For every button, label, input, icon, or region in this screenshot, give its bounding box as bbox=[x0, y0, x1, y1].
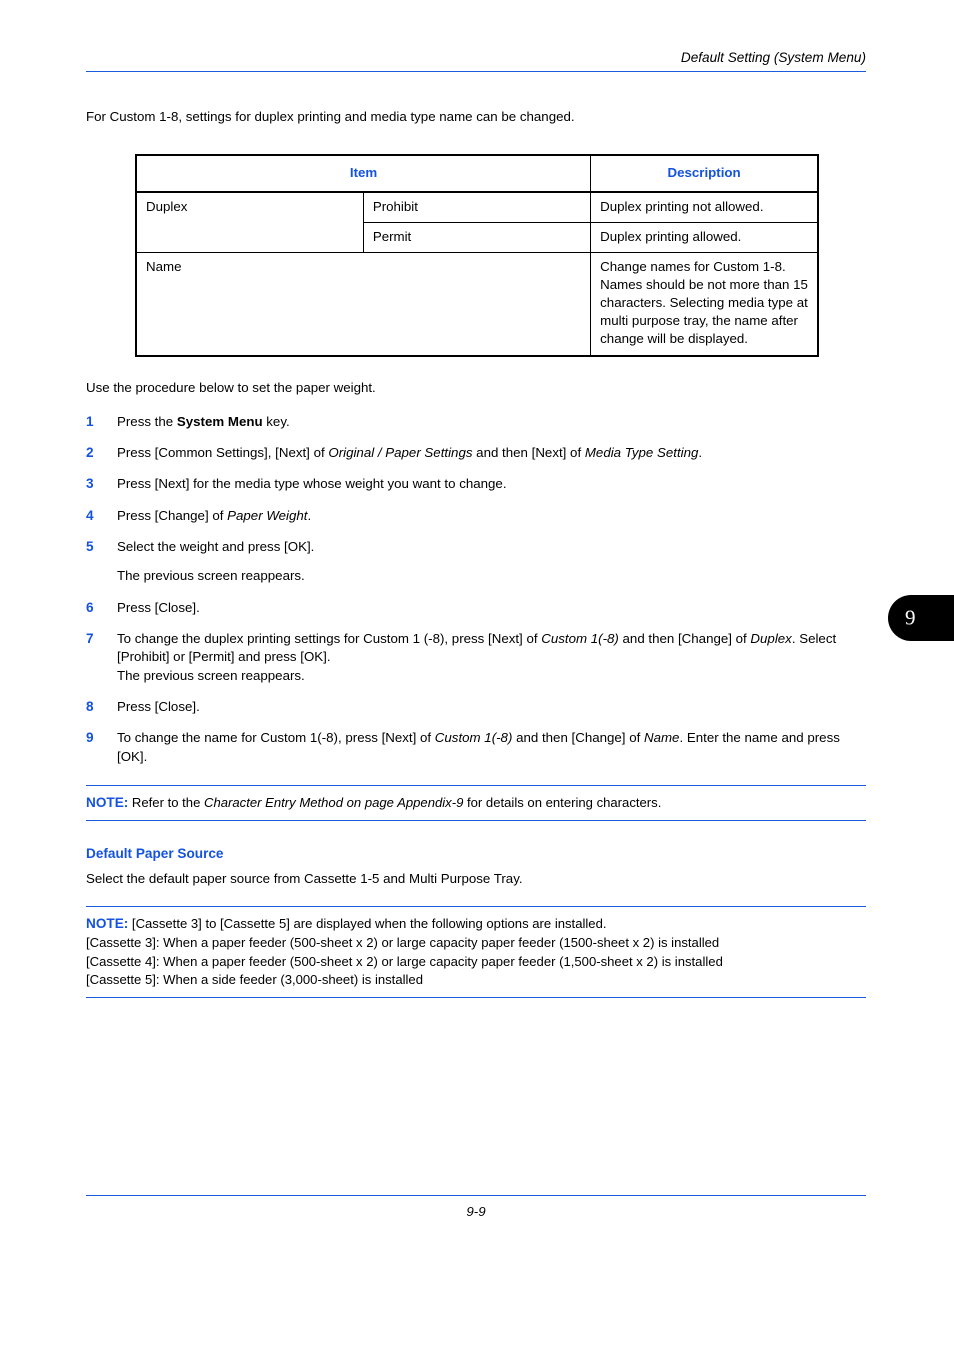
intro-paragraph: For Custom 1-8, settings for duplex prin… bbox=[86, 109, 575, 124]
text-run: Press [Change] of bbox=[117, 507, 228, 523]
text-run: key. bbox=[262, 413, 290, 429]
spec-table-wrap: Item Description Duplex Prohibit Duplex … bbox=[135, 153, 819, 357]
table-row: Duplex Prohibit Duplex printing not allo… bbox=[135, 191, 819, 254]
procedure-step: 5 Select the weight and press [OK]. The pr… bbox=[86, 538, 866, 586]
text-run: Press [Close]. bbox=[117, 599, 200, 615]
step-text: To change the name for Custom 1(-8), pre… bbox=[117, 729, 866, 766]
emphasis-italic: Character Entry Method on page Appendix-… bbox=[204, 794, 464, 810]
step-text: To change the duplex printing settings f… bbox=[117, 630, 866, 685]
cell-item-permit: Permit bbox=[362, 222, 592, 254]
emphasis-italic: Duplex bbox=[750, 630, 792, 646]
cell-item-group-duplex: Duplex bbox=[135, 191, 364, 254]
table-row: Name Change names for Custom 1-8. Names … bbox=[135, 252, 819, 357]
cell-description-prohibit: Duplex printing not allowed. bbox=[590, 191, 819, 224]
text-run: Press [Common Settings], [Next] of bbox=[117, 444, 329, 460]
section-body-text: Select the default paper source from Cas… bbox=[86, 870, 523, 886]
cell-description-permit: Duplex printing allowed. bbox=[590, 222, 819, 254]
step-number: 8 bbox=[86, 698, 94, 714]
step-number: 3 bbox=[86, 476, 94, 492]
step-text: Press [Common Settings], [Next] of Origi… bbox=[117, 444, 866, 462]
step-number: 7 bbox=[86, 630, 94, 646]
cell-description-name: Change names for Custom 1-8. Names shoul… bbox=[590, 252, 819, 357]
header-title: Default Setting (System Menu) bbox=[680, 50, 866, 65]
procedure-step: 9 To change the name for Custom 1(-8), pr… bbox=[86, 729, 866, 766]
column-header-description: Description bbox=[590, 154, 819, 194]
note-line-cassette-5: [Cassette 5]: When a side feeder (3,000-… bbox=[86, 972, 423, 988]
text-run: . bbox=[698, 444, 703, 460]
spec-table-head: Item Description bbox=[135, 154, 819, 194]
spec-table-body: Duplex Prohibit Duplex printing not allo… bbox=[135, 191, 819, 357]
note-label: NOTE: bbox=[86, 794, 129, 810]
note-label: NOTE: bbox=[86, 916, 129, 932]
emphasis-italic: Original / Paper Settings bbox=[328, 444, 473, 460]
emphasis-italic: Name bbox=[643, 730, 680, 746]
note-paragraph: NOTE: Refer to the Character Entry Metho… bbox=[86, 793, 866, 813]
page-footer: 9-9 bbox=[86, 1195, 866, 1219]
text-run: and then [Next] of bbox=[472, 444, 585, 460]
spec-table: Item Description Duplex Prohibit Duplex … bbox=[135, 153, 819, 357]
step-number: 5 bbox=[86, 538, 94, 554]
document-page: Default Setting (System Menu) For Custom… bbox=[0, 0, 954, 1350]
table-header-row: Item Description bbox=[135, 154, 819, 194]
text-run: Refer to the bbox=[128, 794, 204, 810]
cell-item-prohibit: Prohibit bbox=[362, 191, 592, 224]
emphasis-italic: Custom 1(-8) bbox=[541, 630, 619, 646]
emphasis-italic: Paper Weight bbox=[227, 507, 308, 523]
note-text: Refer to the Character Entry Method on p… bbox=[128, 795, 661, 810]
procedure-step: 6 Press [Close]. bbox=[86, 599, 866, 617]
note-character-entry: NOTE: Refer to the Character Entry Metho… bbox=[86, 784, 866, 821]
step-number: 6 bbox=[86, 599, 94, 615]
text-run: Press [Close]. bbox=[117, 698, 200, 714]
emphasis-bold: System Menu bbox=[176, 413, 263, 429]
step-text: Press [Next] for the media type whose we… bbox=[117, 475, 866, 493]
text-run: Press [Next] for the media type whose we… bbox=[117, 476, 507, 492]
step-sub-text: The previous screen reappears. bbox=[117, 568, 305, 584]
text-run: for details on entering characters. bbox=[463, 794, 662, 810]
procedure-intro: Use the procedure below to set the paper… bbox=[86, 379, 376, 395]
procedure-step: 7 To change the duplex printing settings … bbox=[86, 630, 866, 685]
emphasis-italic: Media Type Setting bbox=[584, 444, 699, 460]
text-run: To change the name for Custom 1(-8), pre… bbox=[117, 730, 435, 746]
page-content: For Custom 1-8, settings for duplex prin… bbox=[86, 108, 866, 998]
step-text: Press the System Menu key. bbox=[117, 413, 866, 431]
text-run: . bbox=[307, 507, 312, 523]
text-run: and then [Change] of bbox=[618, 630, 751, 646]
note-cassette-options: NOTE: [Cassette 3] to [Cassette 5] are d… bbox=[86, 906, 866, 998]
procedure-step: 4 Press [Change] of Paper Weight. bbox=[86, 507, 866, 525]
page-header: Default Setting (System Menu) bbox=[86, 50, 866, 73]
text-run: Select the weight and press [OK]. bbox=[117, 538, 315, 554]
note-line-cassette-3: [Cassette 3]: When a paper feeder (500-s… bbox=[86, 935, 720, 951]
step-text: Press [Close]. bbox=[117, 599, 866, 617]
step-number: 9 bbox=[86, 730, 94, 746]
chapter-tab-number: 9 bbox=[905, 605, 916, 630]
text-run: and then [Change] of bbox=[512, 730, 644, 746]
chapter-tab: 9 bbox=[888, 595, 954, 641]
note-cassette-lines: [Cassette 3]: When a paper feeder (500-s… bbox=[86, 934, 866, 971]
header-divider bbox=[86, 71, 866, 73]
note-lead-text: [Cassette 3] to [Cassette 5] are display… bbox=[128, 916, 607, 932]
step-number: 2 bbox=[86, 444, 94, 460]
step-number: 4 bbox=[86, 507, 94, 523]
text-run: The previous screen reappears. bbox=[117, 667, 305, 683]
step-number: 1 bbox=[86, 413, 94, 429]
procedure-steps: 1 Press the System Menu key. 2 Press [Commo… bbox=[86, 413, 866, 766]
step-text: Press [Change] of Paper Weight. bbox=[117, 507, 866, 525]
text-run: To change the duplex printing settings f… bbox=[117, 630, 542, 646]
procedure-step: 2 Press [Common Settings], [Next] of Orig… bbox=[86, 444, 866, 462]
cell-item-name: Name bbox=[135, 252, 592, 357]
section-heading-default-paper-source: Default Paper Source bbox=[86, 845, 224, 861]
column-header-item: Item bbox=[135, 154, 592, 194]
emphasis-italic: Custom 1(-8) bbox=[434, 730, 513, 746]
step-text: Select the weight and press [OK]. The pre… bbox=[117, 538, 866, 586]
page-number: 9-9 bbox=[466, 1204, 486, 1219]
procedure-step: 3 Press [Next] for the media type whose w… bbox=[86, 475, 866, 493]
procedure-step: 8 Press [Close]. bbox=[86, 698, 866, 716]
text-run: Press the bbox=[117, 413, 177, 429]
procedure-step: 1 Press the System Menu key. bbox=[86, 413, 866, 431]
note-paragraph-lead: NOTE: [Cassette 3] to [Cassette 5] are d… bbox=[86, 914, 866, 934]
note-line-cassette-4: [Cassette 4]: When a paper feeder (500-s… bbox=[86, 953, 723, 969]
step-text: Press [Close]. bbox=[117, 698, 866, 716]
